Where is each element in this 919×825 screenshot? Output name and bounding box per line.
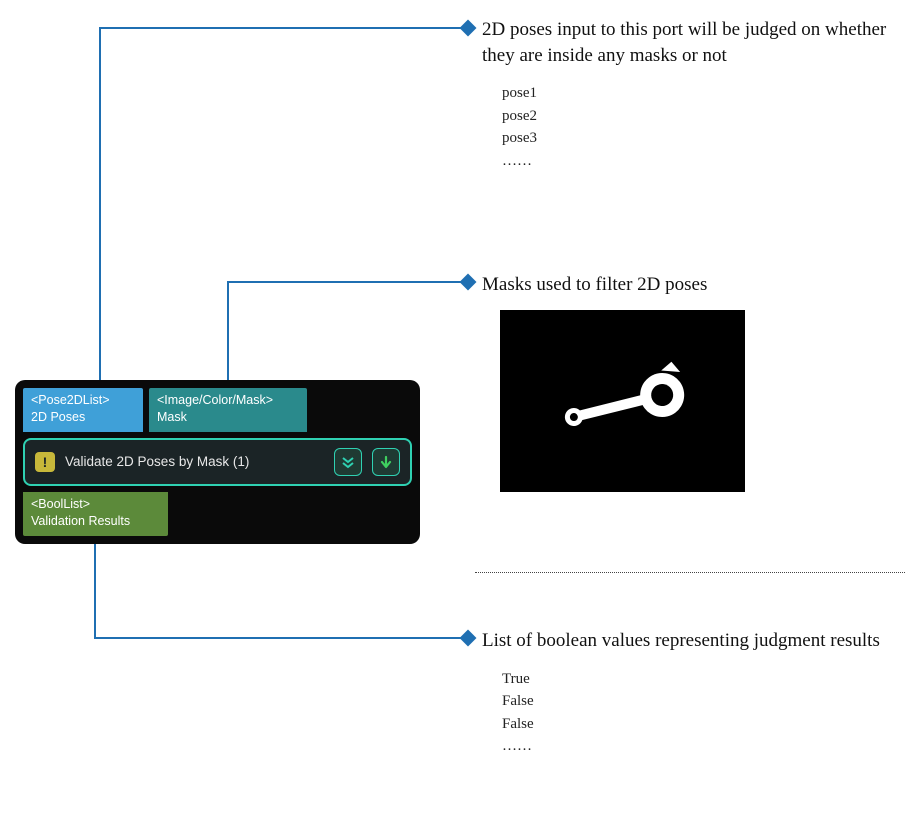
list-item: pose2 bbox=[502, 105, 892, 128]
annotation-mask: Masks used to filter 2D poses bbox=[482, 272, 892, 298]
input-port-row: <Pose2DList> 2D Poses <Image/Color/Mask>… bbox=[23, 388, 412, 432]
diamond-marker bbox=[460, 20, 477, 37]
arrow-down-icon bbox=[379, 455, 393, 469]
port-type-label: <BoolList> bbox=[31, 496, 160, 513]
list-item: …… bbox=[502, 150, 892, 173]
mask-preview-image bbox=[500, 310, 745, 492]
list-item: False bbox=[502, 690, 892, 713]
annotation-headline: 2D poses input to this port will be judg… bbox=[482, 17, 892, 68]
diamond-marker bbox=[460, 274, 477, 291]
wrench-mask-icon bbox=[500, 310, 745, 492]
list-item: pose3 bbox=[502, 127, 892, 150]
warning-icon: ! bbox=[35, 452, 55, 472]
port-name-label: Mask bbox=[157, 409, 299, 426]
input-port-pose2dlist[interactable]: <Pose2DList> 2D Poses bbox=[23, 388, 143, 432]
step-node: <Pose2DList> 2D Poses <Image/Color/Mask>… bbox=[15, 380, 420, 544]
port-name-label: Validation Results bbox=[31, 513, 160, 530]
annotation-list: True False False …… bbox=[502, 668, 892, 758]
port-name-label: 2D Poses bbox=[31, 409, 135, 426]
annotation-results: List of boolean values representing judg… bbox=[482, 628, 892, 758]
node-title: Validate 2D Poses by Mask (1) bbox=[65, 454, 324, 469]
annotation-headline: List of boolean values representing judg… bbox=[482, 628, 892, 654]
list-item: pose1 bbox=[502, 82, 892, 105]
port-type-label: <Image/Color/Mask> bbox=[157, 392, 299, 409]
double-chevron-down-icon bbox=[341, 455, 355, 469]
node-body[interactable]: ! Validate 2D Poses by Mask (1) bbox=[23, 438, 412, 486]
list-item: …… bbox=[502, 735, 892, 758]
input-port-mask[interactable]: <Image/Color/Mask> Mask bbox=[149, 388, 307, 432]
port-type-label: <Pose2DList> bbox=[31, 392, 135, 409]
separator bbox=[475, 572, 905, 573]
output-port-boollist[interactable]: <BoolList> Validation Results bbox=[23, 492, 168, 536]
list-item: False bbox=[502, 713, 892, 736]
list-item: True bbox=[502, 668, 892, 691]
annotation-headline: Masks used to filter 2D poses bbox=[482, 272, 892, 298]
annotation-poses: 2D poses input to this port will be judg… bbox=[482, 17, 892, 172]
annotation-list: pose1 pose2 pose3 …… bbox=[502, 82, 892, 172]
expand-button[interactable] bbox=[334, 448, 362, 476]
diamond-marker bbox=[460, 630, 477, 647]
run-button[interactable] bbox=[372, 448, 400, 476]
